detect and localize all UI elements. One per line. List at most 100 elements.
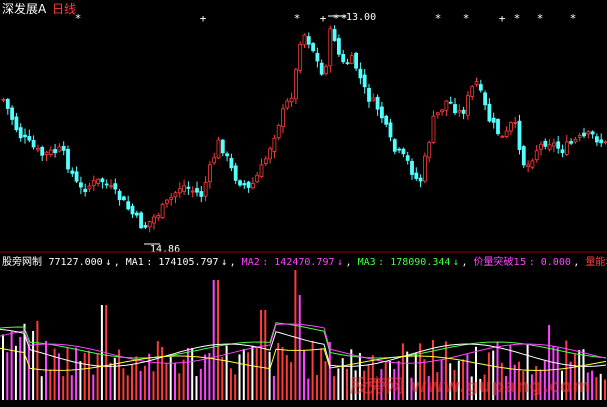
volume-bar-51 xyxy=(221,356,224,400)
candle-body xyxy=(259,164,264,178)
candle-32 xyxy=(139,210,144,229)
signal-marker: * xyxy=(570,12,577,25)
volume-bar-54 xyxy=(234,374,237,400)
volume-bar-79 xyxy=(341,358,344,400)
candle-body xyxy=(453,104,457,114)
candle-body xyxy=(186,186,191,189)
candle-body xyxy=(431,115,436,143)
candle-body xyxy=(354,52,359,69)
volume-bar-32 xyxy=(139,370,142,400)
candle-body xyxy=(491,117,496,123)
candle-body xyxy=(457,110,462,113)
volume-bar-48 xyxy=(208,352,211,400)
candle-body xyxy=(552,142,556,147)
candle-body xyxy=(345,62,350,65)
candle-body xyxy=(298,43,303,71)
candle-body xyxy=(349,55,354,64)
volume-bar-70 xyxy=(303,350,305,400)
volume-bar-68 xyxy=(294,270,297,400)
volume-bar-11 xyxy=(49,369,52,400)
candle-15 xyxy=(66,145,70,173)
breakout-value: 0.000 xyxy=(541,257,571,268)
volume-bar-19 xyxy=(83,352,86,400)
candle-body xyxy=(190,190,195,193)
volume-bar-0 xyxy=(2,334,4,400)
candle-body xyxy=(547,144,552,150)
candle-body xyxy=(461,109,466,114)
volume-bar-55 xyxy=(238,354,241,400)
candle-body xyxy=(100,178,105,183)
volume-bar-44 xyxy=(191,348,194,400)
candle-body xyxy=(250,183,255,189)
volume-bar-75 xyxy=(324,361,327,400)
candle-body xyxy=(388,122,393,138)
candle-body xyxy=(31,140,36,148)
candle-body xyxy=(478,84,483,91)
candle-69 xyxy=(298,41,303,74)
volume-bar-63 xyxy=(272,376,275,400)
volume-bar-80 xyxy=(346,368,348,400)
candle-body xyxy=(177,188,182,194)
candle-body xyxy=(332,29,337,41)
candle-body xyxy=(483,92,488,106)
candle-body xyxy=(104,183,109,186)
candle-body xyxy=(242,183,247,186)
candle-120 xyxy=(517,114,522,155)
volume-bar-3 xyxy=(14,345,17,400)
volume-bar-46 xyxy=(199,368,202,400)
volume-bar-8 xyxy=(36,320,39,400)
candle-body xyxy=(91,180,96,186)
volume-bar-140 xyxy=(604,379,606,400)
candle-body xyxy=(1,98,6,101)
candle-body xyxy=(143,224,148,228)
candle-body xyxy=(379,106,384,119)
volume-bar-21 xyxy=(92,374,95,400)
candle-body xyxy=(435,112,440,116)
chart-stage: 深发展A 日线 * + * + * * * * + * * * 13.00 14.86 股旁网制 77… xyxy=(0,0,607,407)
candle-body xyxy=(164,199,169,204)
signal-marker: * xyxy=(537,12,544,25)
candle-body xyxy=(263,158,268,164)
volume-bar-18 xyxy=(79,361,82,400)
candle-body xyxy=(504,130,509,138)
volume-bar-69 xyxy=(298,295,301,400)
candle-body xyxy=(526,164,530,167)
candle-body xyxy=(440,109,445,113)
candle-37 xyxy=(160,202,165,220)
volume-bar-42 xyxy=(182,359,185,400)
candle-68 xyxy=(293,67,298,105)
signal-marker: + xyxy=(499,12,506,25)
volume-bar-15 xyxy=(66,348,69,400)
candle-body xyxy=(470,86,475,97)
candle-body xyxy=(293,69,298,100)
candle-body xyxy=(319,62,324,75)
ma1-name: MA1 xyxy=(126,257,144,268)
candle-body xyxy=(487,103,492,122)
candle-body xyxy=(289,97,294,103)
candle-body xyxy=(465,95,470,116)
watermark: 股旁网 www.gupang.com xyxy=(349,375,591,397)
volume-bar-58 xyxy=(251,345,254,400)
candle-body xyxy=(422,155,427,182)
candle-121 xyxy=(521,144,526,168)
candle-body xyxy=(573,138,578,143)
volume-bar-1 xyxy=(6,352,9,400)
candle-body xyxy=(517,120,522,150)
volume-bar-25 xyxy=(109,362,112,400)
signal-marker: * xyxy=(435,12,442,25)
candle-body xyxy=(10,107,15,120)
low-price-annotation: 14.86 xyxy=(144,243,180,255)
arrow-1: ↓ xyxy=(221,257,227,268)
candle-body xyxy=(281,108,285,128)
candle-body xyxy=(474,81,479,85)
candle-body xyxy=(401,148,406,155)
current-volume: 77127.000 xyxy=(49,257,103,268)
candle-body xyxy=(48,149,53,155)
volume-bar-59 xyxy=(255,348,258,400)
volume-bar-36 xyxy=(156,341,159,400)
candle-body xyxy=(182,185,187,192)
volume-bar-45 xyxy=(195,376,198,400)
volume-bar-53 xyxy=(229,368,232,400)
high-price-label: 13.00 xyxy=(346,12,376,23)
candle-body xyxy=(87,185,92,190)
